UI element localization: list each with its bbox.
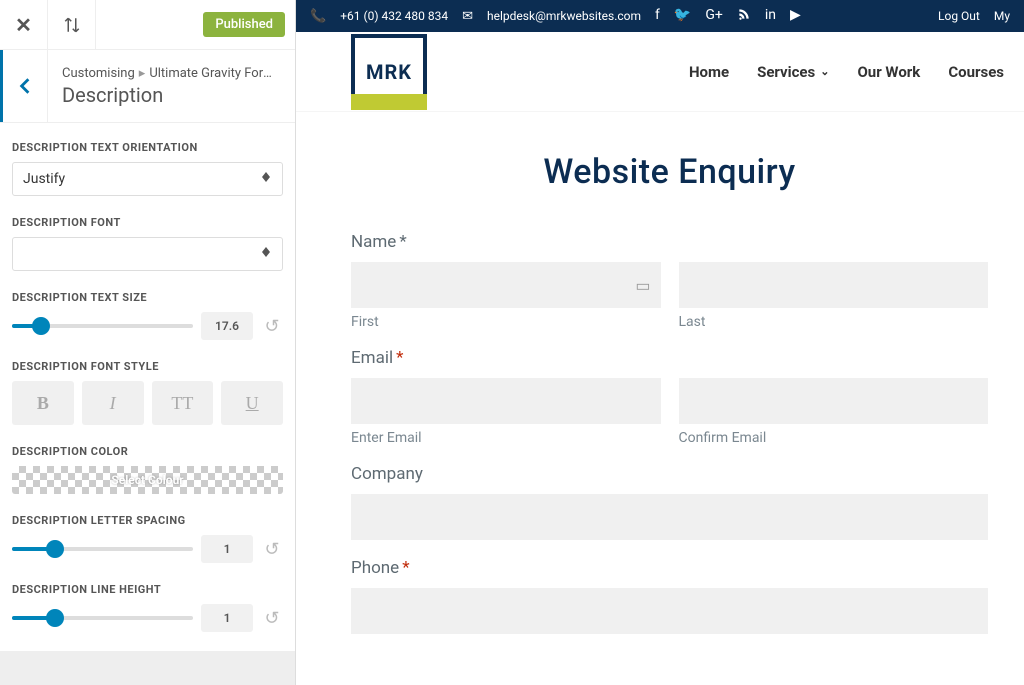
size-slider[interactable] (12, 316, 193, 336)
phone-input[interactable] (351, 588, 988, 634)
color-label: DESCRIPTION COLOR (12, 445, 283, 458)
company-label: Company (351, 464, 988, 484)
phone-icon: 📞 (310, 9, 326, 24)
customizer-sidebar: ✕ Published Customising▸Ultimate Gravity… (0, 0, 296, 685)
first-sublabel: First (351, 314, 661, 330)
published-badge[interactable]: Published (203, 12, 285, 37)
color-select-button[interactable]: Select Colour (12, 466, 283, 494)
youtube-icon[interactable]: ▶ (790, 7, 801, 25)
sort-button[interactable] (48, 0, 96, 50)
my-link[interactable]: My (994, 9, 1010, 23)
close-button[interactable]: ✕ (0, 0, 48, 50)
letterspacing-label: DESCRIPTION LETTER SPACING (12, 514, 283, 527)
twitter-icon[interactable]: 🐦 (674, 7, 691, 25)
letterspacing-value[interactable]: 1 (201, 535, 253, 563)
email-input[interactable] (351, 378, 661, 424)
size-label: DESCRIPTION TEXT SIZE (12, 291, 283, 304)
letterspacing-slider[interactable] (12, 539, 193, 559)
confirm-email-input[interactable] (679, 378, 989, 424)
preview-pane: 📞 +61 (0) 432 480 834 ✉ helpdesk@mrkwebs… (296, 0, 1024, 685)
phone-label: Phone * (351, 558, 988, 578)
breadcrumb: Customising▸Ultimate Gravity Form… (62, 66, 281, 81)
uppercase-button[interactable]: TT (152, 381, 214, 425)
lineheight-slider[interactable] (12, 608, 193, 628)
bold-button[interactable]: B (12, 381, 74, 425)
fontstyle-label: DESCRIPTION FONT STYLE (12, 360, 283, 373)
orientation-label: DESCRIPTION TEXT ORIENTATION (12, 141, 283, 154)
italic-button[interactable]: I (82, 381, 144, 425)
last-sublabel: Last (679, 314, 989, 330)
facebook-icon[interactable]: f (655, 7, 660, 25)
rss-icon[interactable] (737, 7, 751, 25)
font-select[interactable] (12, 237, 283, 271)
nav-home[interactable]: Home (689, 63, 729, 81)
back-button[interactable] (0, 50, 48, 122)
panel-title: Description (62, 83, 281, 107)
nav-services[interactable]: Services⌄ (757, 63, 829, 81)
email-label: Email * (351, 348, 988, 368)
lineheight-label: DESCRIPTION LINE HEIGHT (12, 583, 283, 596)
first-name-input[interactable]: ▭ (351, 262, 661, 308)
enter-email-sublabel: Enter Email (351, 430, 661, 446)
googleplus-icon[interactable]: G+ (705, 7, 722, 25)
controls-area: DESCRIPTION TEXT ORIENTATION Justify DES… (0, 123, 295, 651)
confirm-email-sublabel: Confirm Email (679, 430, 989, 446)
lineheight-reset-icon[interactable]: ↺ (261, 608, 283, 629)
font-label: DESCRIPTION FONT (12, 216, 283, 229)
company-input[interactable] (351, 494, 988, 540)
last-name-input[interactable] (679, 262, 989, 308)
underline-button[interactable]: U (221, 381, 283, 425)
nav-work[interactable]: Our Work (857, 63, 920, 81)
orientation-select[interactable]: Justify (12, 162, 283, 196)
email-icon: ✉ (462, 9, 473, 24)
chevron-down-icon: ⌄ (820, 65, 829, 78)
size-reset-icon[interactable]: ↺ (261, 316, 283, 337)
site-navbar: MRK Home Services⌄ Our Work Courses (296, 32, 1024, 112)
site-topbar: 📞 +61 (0) 432 480 834 ✉ helpdesk@mrkwebs… (296, 0, 1024, 32)
sidebar-topbar: ✕ Published (0, 0, 295, 50)
form-title: Website Enquiry (351, 152, 988, 192)
nav-courses[interactable]: Courses (948, 63, 1004, 81)
email-text: helpdesk@mrkwebsites.com (487, 9, 641, 23)
size-value[interactable]: 17.6 (201, 312, 253, 340)
phone-text: +61 (0) 432 480 834 (340, 9, 448, 23)
letterspacing-reset-icon[interactable]: ↺ (261, 539, 283, 560)
linkedin-icon[interactable]: in (765, 7, 776, 25)
panel-header: Customising▸Ultimate Gravity Form… Descr… (0, 50, 295, 123)
logout-link[interactable]: Log Out (938, 9, 980, 23)
form-area: Website Enquiry Name* ▭ First Last Email… (296, 112, 1024, 634)
vcard-icon: ▭ (635, 276, 650, 295)
lineheight-value[interactable]: 1 (201, 604, 253, 632)
site-logo[interactable]: MRK (351, 34, 427, 110)
sidebar-footer (0, 651, 295, 685)
name-label: Name* (351, 232, 988, 252)
